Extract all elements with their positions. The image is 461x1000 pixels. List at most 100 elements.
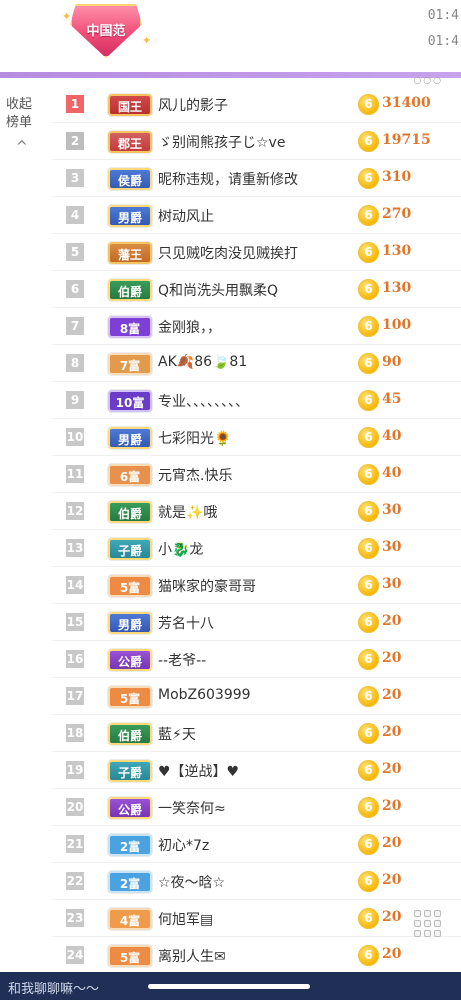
leaderboard-row[interactable]: 19 子爵 ♥【逆战】♥ 6 20 xyxy=(52,752,461,789)
coin-icon: 6 xyxy=(358,464,379,485)
chat-input-hint[interactable]: 和我聊聊嘛～～ xyxy=(8,978,99,997)
badge-label: 中国范 xyxy=(86,24,126,39)
coin-icon: 6 xyxy=(358,686,379,707)
leaderboard-row[interactable]: 24 5富 离别人生✉ 6 20 xyxy=(52,937,461,974)
leaderboard-row[interactable]: 10 男爵 七彩阳光🌻 6 40 xyxy=(52,419,461,456)
contribution-score: 130 xyxy=(382,280,412,296)
coin-icon: 6 xyxy=(358,205,379,226)
user-name[interactable]: 树动风止 xyxy=(158,206,358,226)
rank-number: 18 xyxy=(66,724,84,742)
contribution-score: 20 xyxy=(382,613,402,629)
user-name[interactable]: 猫咪家的豪哥哥 xyxy=(158,576,358,596)
leaderboard-row[interactable]: 16 公爵 --老爷-- 6 20 xyxy=(52,641,461,678)
rank-title-badge: 子爵 xyxy=(108,760,152,782)
rank-number: 20 xyxy=(66,798,84,816)
rank-title-badge: 公爵 xyxy=(108,797,152,819)
rank-title-badge: 郡王 xyxy=(108,131,152,153)
rank-title-badge: 2富 xyxy=(108,871,152,893)
user-name[interactable]: --老爷-- xyxy=(158,650,358,670)
user-name[interactable]: 专业、、、、、、、、 xyxy=(158,391,358,411)
rank-title-badge: 2富 xyxy=(108,834,152,856)
user-name[interactable]: MobZ603999 xyxy=(158,687,358,703)
contribution-score: 30 xyxy=(382,502,402,518)
leaderboard-row[interactable]: 21 2富 初心*7z 6 20 xyxy=(52,826,461,863)
user-name[interactable]: ♥【逆战】♥ xyxy=(158,761,358,781)
contribution-score: 20 xyxy=(382,798,402,814)
user-name[interactable]: 元宵杰.快乐 xyxy=(158,465,358,485)
rank-number: 17 xyxy=(66,687,84,705)
contribution-score: 31400 xyxy=(382,95,431,111)
divider-bar xyxy=(0,72,461,78)
user-name[interactable]: ☆夜～晗☆ xyxy=(158,872,358,892)
leaderboard-list: 1 国王 风儿的影子 6 31400 2 郡王 ゞ别闹熊孩子じ☆ve 6 19715 3 侯爵 昵称违规… xyxy=(52,86,461,974)
coin-icon: 6 xyxy=(358,279,379,300)
leaderboard-screen: 中国范 ✦ ✦ 01:4 01:4 ○○○ 收起 榜单 ^ 1 国王 风儿的影子 6 3… xyxy=(0,0,461,1000)
contribution-score: 45 xyxy=(382,391,402,407)
user-name[interactable]: 何旭军▤ xyxy=(158,909,358,929)
user-name[interactable]: 初心*7z xyxy=(158,835,358,855)
contribution-score: 30 xyxy=(382,576,402,592)
coin-icon: 6 xyxy=(358,316,379,337)
coin-icon: 6 xyxy=(358,612,379,633)
leaderboard-row[interactable]: 3 侯爵 昵称违规，请重新修改 6 310 xyxy=(52,160,461,197)
more-dots-icon[interactable]: ○○○ xyxy=(413,76,443,86)
leaderboard-row[interactable]: 2 郡王 ゞ别闹熊孩子じ☆ve 6 19715 xyxy=(52,123,461,160)
coin-icon: 6 xyxy=(358,242,379,263)
leaderboard-row[interactable]: 15 男爵 芳名十八 6 20 xyxy=(52,604,461,641)
rank-number: 22 xyxy=(66,872,84,890)
leaderboard-row[interactable]: 6 伯爵 Q和尚洗头用飘柔Q 6 130 xyxy=(52,271,461,308)
user-name[interactable]: 金刚狼，， xyxy=(158,317,358,337)
rank-number: 23 xyxy=(66,909,84,927)
user-name[interactable]: 芳名十八 xyxy=(158,613,358,633)
user-name[interactable]: 七彩阳光🌻 xyxy=(158,428,358,448)
leaderboard-row[interactable]: 20 公爵 一笑奈何≈ 6 20 xyxy=(52,789,461,826)
collapse-leaderboard-button[interactable]: 收起 榜单 ^ xyxy=(6,96,46,156)
rank-title-badge: 5富 xyxy=(108,686,152,708)
grid-menu-icon[interactable] xyxy=(414,910,442,938)
rank-title-badge: 伯爵 xyxy=(108,279,152,301)
leaderboard-row[interactable]: 12 伯爵 就是✨哦 6 30 xyxy=(52,493,461,530)
leaderboard-row[interactable]: 22 2富 ☆夜～晗☆ 6 20 xyxy=(52,863,461,900)
rank-title-badge: 男爵 xyxy=(108,205,152,227)
leaderboard-row[interactable]: 4 男爵 树动风止 6 270 xyxy=(52,197,461,234)
user-name[interactable]: 小🐉龙 xyxy=(158,539,358,559)
coin-icon: 6 xyxy=(358,131,379,152)
coin-icon: 6 xyxy=(358,168,379,189)
coin-icon: 6 xyxy=(358,797,379,818)
leaderboard-row[interactable]: 5 藩王 只见贼吃肉没见贼挨打 6 130 xyxy=(52,234,461,271)
rank-title-badge: 伯爵 xyxy=(108,501,152,523)
user-name[interactable]: 昵称违规，请重新修改 xyxy=(158,169,358,189)
rank-number: 21 xyxy=(66,835,84,853)
user-name[interactable]: 就是✨哦 xyxy=(158,502,358,522)
contribution-score: 20 xyxy=(382,909,402,925)
leaderboard-row[interactable]: 7 8富 金刚狼，， 6 100 xyxy=(52,308,461,345)
leaderboard-row[interactable]: 18 伯爵 藍⚡天 6 20 xyxy=(52,715,461,752)
leaderboard-row[interactable]: 23 4富 何旭军▤ 6 20 xyxy=(52,900,461,937)
leaderboard-row[interactable]: 13 子爵 小🐉龙 6 30 xyxy=(52,530,461,567)
leaderboard-row[interactable]: 14 5富 猫咪家的豪哥哥 6 30 xyxy=(52,567,461,604)
leaderboard-row[interactable]: 1 国王 风儿的影子 6 31400 xyxy=(52,86,461,123)
rank-title-badge: 伯爵 xyxy=(108,723,152,745)
rank-title-badge: 男爵 xyxy=(108,427,152,449)
user-name[interactable]: 离别人生✉ xyxy=(158,946,358,966)
user-name[interactable]: Q和尚洗头用飘柔Q xyxy=(158,280,358,300)
leaderboard-row[interactable]: 9 10富 专业、、、、、、、、 6 45 xyxy=(52,382,461,419)
user-name[interactable]: 风儿的影子 xyxy=(158,95,358,115)
coin-icon: 6 xyxy=(358,649,379,670)
leaderboard-row[interactable]: 11 6富 元宵杰.快乐 6 40 xyxy=(52,456,461,493)
contribution-score: 90 xyxy=(382,354,402,370)
sparkle-icon: ✦ xyxy=(62,10,72,23)
user-name[interactable]: ゞ别闹熊孩子じ☆ve xyxy=(158,132,358,152)
user-name[interactable]: 只见贼吃肉没见贼挨打 xyxy=(158,243,358,263)
leaderboard-row[interactable]: 17 5富 MobZ603999 6 20 xyxy=(52,678,461,715)
rank-title-badge: 国王 xyxy=(108,94,152,116)
sparkle-icon: ✦ xyxy=(142,34,152,47)
leaderboard-row[interactable]: 8 7富 AK🍂86🍃81 6 90 xyxy=(52,345,461,382)
collapse-label-line2: 榜单 xyxy=(6,115,33,130)
rank-number: 4 xyxy=(66,206,84,224)
rank-number: 6 xyxy=(66,280,84,298)
user-name[interactable]: AK🍂86🍃81 xyxy=(158,354,358,370)
user-name[interactable]: 一笑奈何≈ xyxy=(158,798,358,818)
fan-club-badge[interactable]: 中国范 ✦ ✦ xyxy=(62,4,152,62)
user-name[interactable]: 藍⚡天 xyxy=(158,724,358,744)
